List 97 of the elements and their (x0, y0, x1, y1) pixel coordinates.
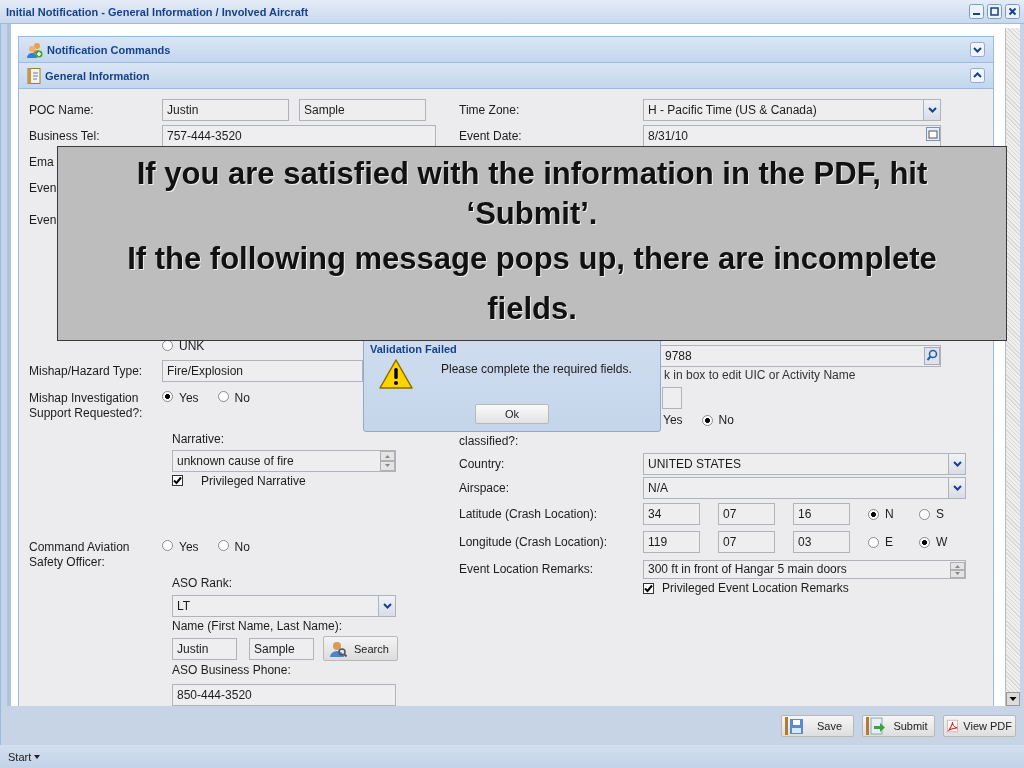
input-field[interactable] (662, 387, 682, 409)
dropdown-field[interactable]: LT (172, 595, 396, 617)
input-field[interactable]: 16 (793, 503, 850, 525)
collapse-icon[interactable] (970, 68, 986, 83)
field-label: Event Location Remarks: (459, 562, 595, 576)
toolbar-button[interactable]: Submit (862, 714, 935, 737)
hint-text: k in box to edit UIC or Activity Name (664, 368, 856, 382)
search-icon[interactable] (924, 347, 940, 365)
input-field[interactable]: 07 (718, 503, 775, 525)
field-label: Event Date: (459, 129, 523, 143)
window-title: Initial Notification - General Information / Involved Aircraft (6, 5, 309, 18)
input-field[interactable]: 119 (643, 531, 700, 553)
radio-button[interactable] (919, 536, 930, 548)
radio-button[interactable] (868, 508, 879, 520)
input-field[interactable]: Justin (162, 99, 289, 121)
field-label: Airspace: (459, 481, 511, 495)
input-field[interactable]: 757-444-3520 (162, 125, 436, 147)
search-button[interactable]: Search (323, 636, 398, 661)
field-label: Even (29, 181, 57, 195)
floppy-icon (785, 716, 805, 735)
input-field[interactable]: 07 (718, 531, 775, 553)
field-label: Latitude (Crash Location): (459, 507, 599, 521)
field-label: Narrative: (172, 431, 224, 446)
close-icon[interactable] (1005, 4, 1020, 19)
dropdown-field[interactable]: N/A (643, 477, 966, 499)
option-label: Yes (179, 390, 199, 405)
dialog-title: Validation Failed (370, 343, 457, 355)
scroll-arrows-icon[interactable] (380, 450, 395, 471)
checkbox[interactable] (172, 475, 183, 487)
input-field[interactable]: Sample (299, 99, 426, 121)
section-header[interactable]: Notification Commands (19, 37, 994, 63)
toolbar-button[interactable]: Save (781, 714, 854, 737)
ok-button[interactable]: Ok (475, 404, 549, 424)
input-field[interactable]: 850-444-3520 (172, 684, 396, 706)
dropdown-field[interactable]: Fire/Explosion (162, 359, 363, 382)
checkbox[interactable] (643, 582, 654, 594)
field-label: Mishap/Hazard Type: (29, 363, 144, 378)
field-label: Even (29, 213, 57, 227)
scroll-down-icon[interactable] (1006, 692, 1021, 706)
field-label: Country: (459, 457, 506, 471)
checkbox-label: Privileged Event Location Remarks (662, 581, 849, 595)
notebook-icon (27, 67, 41, 84)
expand-icon[interactable] (970, 42, 986, 57)
input-field[interactable]: Sample (249, 637, 314, 660)
field-label: POC Name: (29, 103, 95, 117)
caret-icon (34, 754, 41, 759)
input-field[interactable]: 03 (793, 531, 850, 553)
radio-button[interactable] (162, 540, 173, 551)
radio-button[interactable] (868, 536, 879, 548)
people-icon (27, 41, 43, 58)
scrollbar[interactable] (1005, 28, 1020, 706)
field-label: Ema (29, 155, 54, 169)
radio-button[interactable] (162, 390, 173, 402)
field-label: Longitude (Crash Location): (459, 535, 609, 549)
minimize-icon[interactable] (969, 4, 984, 19)
radio-button[interactable] (217, 540, 229, 551)
caption-text: If you are satisfied with the information in the PDF, hit ‘Submit’. (135, 154, 929, 233)
field-label: ASO Business Phone: (172, 663, 291, 677)
text-area[interactable]: unknown cause of fire (172, 449, 396, 472)
dropdown-field[interactable]: H - Pacific Time (US & Canada) (643, 99, 941, 121)
option-label: W (936, 535, 949, 549)
radio-button[interactable] (217, 390, 229, 402)
option-label: S (936, 507, 945, 521)
field-label: Name (First Name, Last Name): (172, 618, 343, 633)
text-area[interactable]: 300 ft in front of Hangar 5 main doors (643, 559, 966, 579)
field-label: Time Zone: (459, 103, 521, 117)
calendar-icon[interactable] (926, 127, 940, 141)
radio-button[interactable] (919, 508, 930, 520)
dialog-message: Please complete the required fields. (441, 362, 632, 376)
option-label: N (885, 507, 895, 521)
date-field[interactable]: 8/31/10 (643, 125, 941, 147)
field-label: classified?: (459, 434, 520, 448)
arrow-page-icon (866, 716, 886, 735)
section-header[interactable]: General Information (19, 63, 994, 89)
option-label: Yes (179, 540, 199, 554)
person-search-icon (329, 640, 347, 657)
scroll-arrows-icon[interactable] (950, 561, 965, 578)
radio-button[interactable] (701, 414, 713, 426)
option-label: No (718, 413, 734, 427)
start-button[interactable]: Start (8, 750, 32, 763)
field-label: Mishap Investigation Support Requested?: (29, 390, 144, 421)
input-field[interactable]: 34 (643, 503, 700, 525)
caption-text: If the following message pops up, there are incomplete fields. (126, 239, 938, 328)
option-label: Yes (663, 413, 683, 427)
option-label: E (885, 535, 894, 549)
checkbox-label: Privileged Narrative (201, 473, 306, 488)
field-label: ASO Rank: (172, 575, 233, 590)
warning-icon (379, 359, 413, 389)
maximize-icon[interactable] (987, 4, 1002, 19)
option-label: UNK (179, 338, 205, 353)
option-label: No (234, 540, 250, 554)
dropdown-field[interactable]: UNITED STATES (643, 453, 966, 475)
option-label: No (234, 390, 250, 405)
field-label: Command Aviation Safety Officer: (29, 540, 131, 570)
toolbar-button[interactable]: View PDF (943, 714, 1016, 737)
input-field[interactable]: Justin (172, 637, 237, 660)
field-label: Business Tel: (29, 129, 101, 143)
